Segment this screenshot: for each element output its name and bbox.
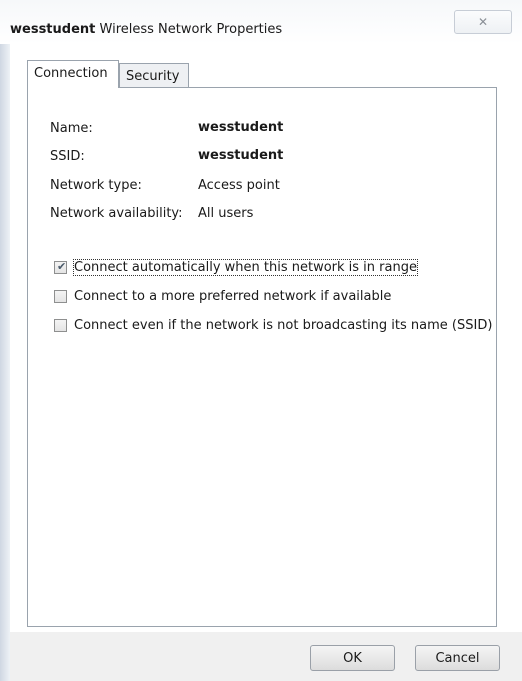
window-title: wesstudent Wireless Network Properties	[10, 22, 282, 37]
network-type-label: Network type:	[50, 178, 142, 193]
title-suffix: Wireless Network Properties	[95, 22, 283, 37]
close-icon: ✕	[477, 15, 489, 29]
close-button[interactable]: ✕	[454, 10, 512, 34]
tab-security[interactable]: Security	[119, 63, 189, 89]
connect-automatically-label[interactable]: Connect automatically when this network …	[73, 259, 418, 276]
name-value: wesstudent	[198, 120, 284, 135]
connect-automatically-checkbox[interactable]: ✔	[54, 260, 67, 274]
network-type-value: Access point	[198, 178, 280, 193]
preferred-network-checkbox[interactable]	[54, 290, 67, 303]
network-availability-value: All users	[198, 206, 254, 221]
connection-panel	[27, 87, 497, 627]
properties-dialog: wesstudent Wireless Network Properties ✕…	[0, 0, 522, 681]
preferred-network-label[interactable]: Connect to a more preferred network if a…	[74, 289, 391, 304]
title-network-name: wesstudent	[10, 22, 96, 37]
ok-button[interactable]: OK	[310, 645, 395, 671]
ssid-value: wesstudent	[198, 148, 284, 163]
window-left-border	[0, 44, 10, 681]
tab-security-label: Security	[126, 69, 180, 84]
tab-connection[interactable]: Connection	[27, 60, 119, 88]
ssid-label: SSID:	[50, 149, 85, 164]
title-bar[interactable]: wesstudent Wireless Network Properties ✕	[0, 0, 522, 44]
tab-connection-label: Connection	[34, 66, 108, 81]
network-availability-label: Network availability:	[50, 206, 183, 221]
cancel-button[interactable]: Cancel	[415, 645, 500, 671]
connect-not-broadcasting-checkbox[interactable]	[54, 319, 67, 332]
connect-not-broadcasting-label[interactable]: Connect even if the network is not broad…	[74, 318, 492, 333]
checkmark-icon: ✔	[57, 260, 67, 273]
name-label: Name:	[50, 121, 93, 136]
